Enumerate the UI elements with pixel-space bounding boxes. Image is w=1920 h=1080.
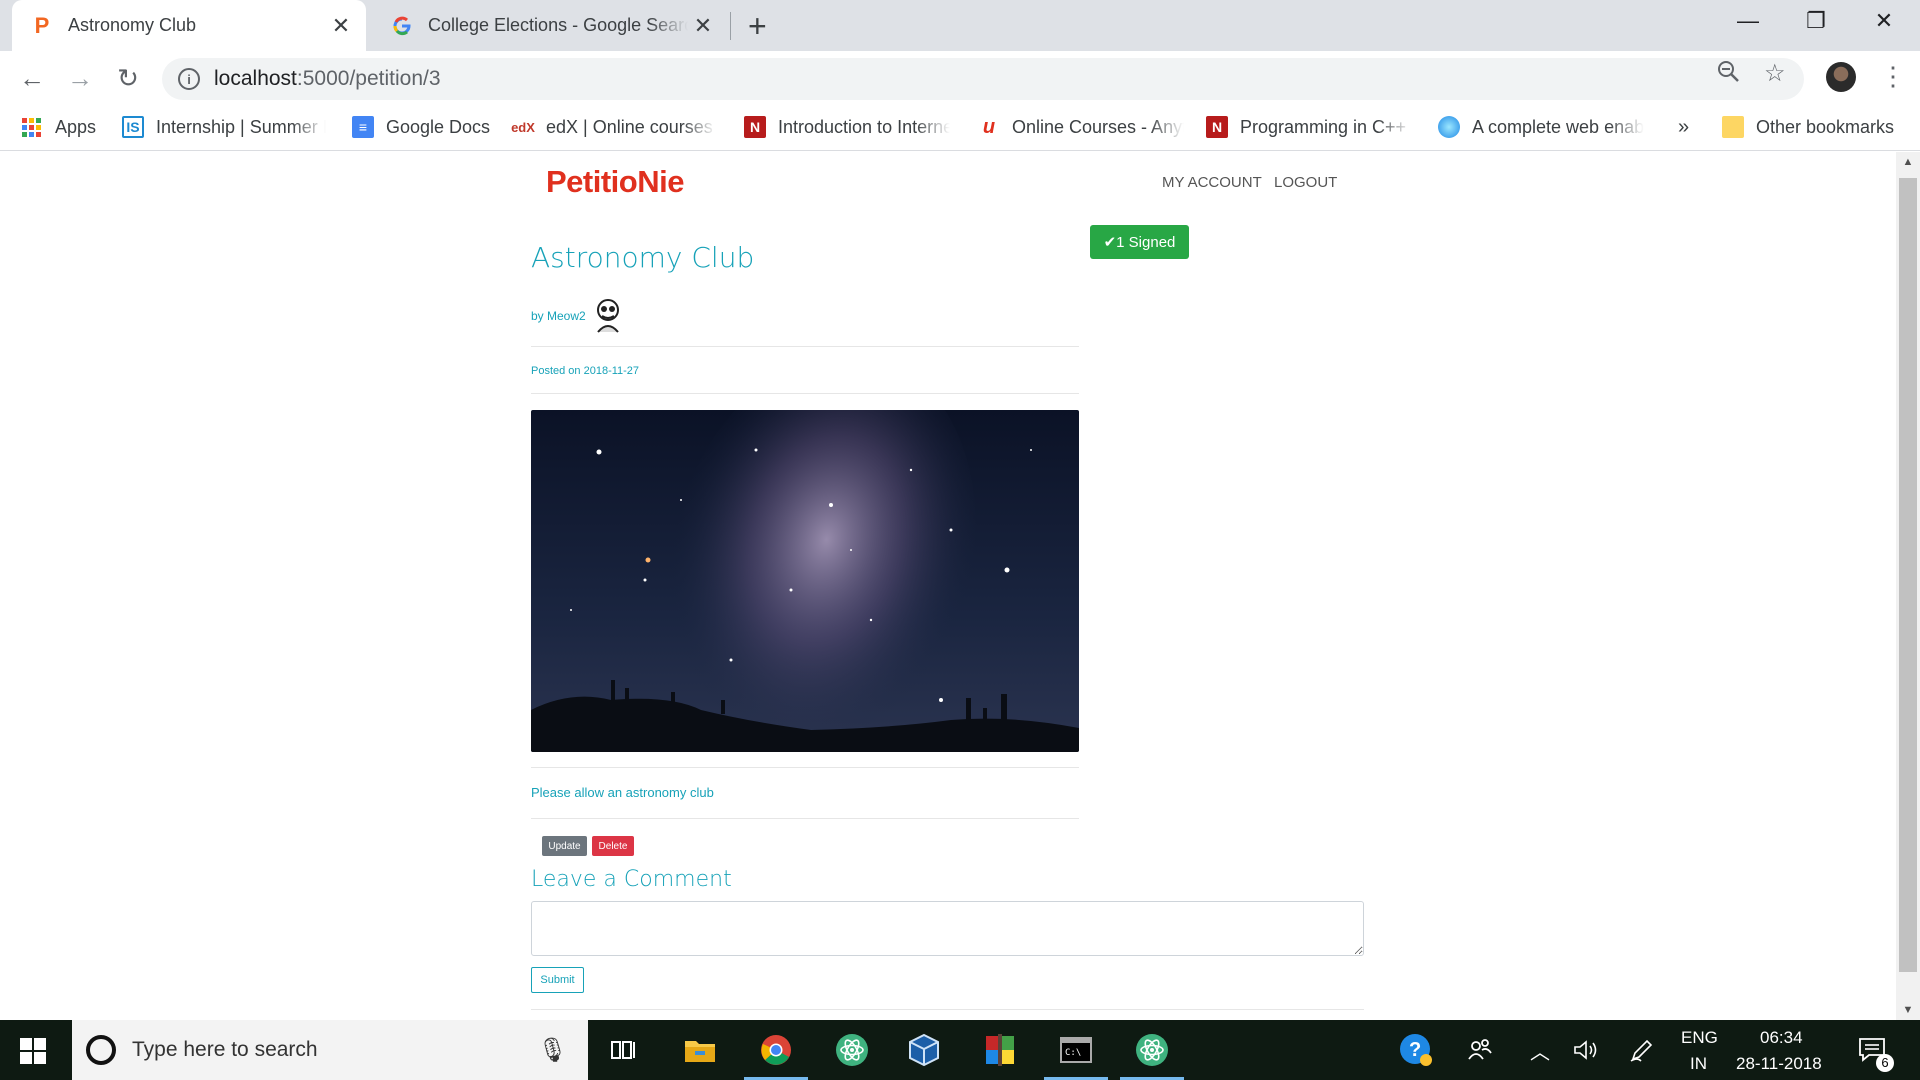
page-scrollbar[interactable]: ▲ ▼ [1896,152,1920,1020]
virtualbox-icon[interactable] [904,1030,944,1070]
edx-icon: edX [511,119,535,135]
divider [531,767,1079,768]
browser-toolbar: ← → ↻ i localhost:5000/petition/3 ☆ ⋮ [0,51,1920,105]
back-arrow-icon[interactable]: ← [16,63,48,94]
divider [531,393,1079,394]
atom-editor-icon-2[interactable] [1132,1030,1172,1070]
clock-date[interactable]: 28-11-2018 [1736,1054,1822,1074]
windows-taskbar: Type here to search 🎙 C:\ ? ︿ ENG IN 06:… [0,1020,1920,1080]
help-icon[interactable]: ? [1396,1030,1436,1070]
bookmark-nptel-cpp[interactable]: N Programming in C++ [1206,113,1412,141]
divider [531,818,1079,819]
delete-button[interactable]: Delete [592,836,634,856]
scroll-up-arrow-icon[interactable]: ▲ [1896,156,1920,168]
window-close-icon[interactable]: ✕ [1850,8,1918,34]
minimize-icon[interactable]: — [1714,8,1782,34]
tab-strip: P Astronomy Club ✕ College Elections - G… [0,0,1920,51]
bookmarks-bar: Apps IS Internship | Summer Internship ≡… [0,105,1920,151]
author-text: by Meow2 [531,309,586,323]
taskbar-search-box[interactable]: Type here to search 🎙 [72,1020,588,1080]
nav-my-account[interactable]: MY ACCOUNT [1162,174,1262,191]
page-content: PetitioNie MY ACCOUNT LOGOUT ✔1 Signed A… [0,152,1896,1020]
site-info-icon[interactable]: i [178,68,200,90]
url-text: localhost:5000/petition/3 [214,67,441,90]
new-tab-plus-icon[interactable]: + [748,8,767,45]
globe-icon [1438,116,1460,138]
language-indicator-bottom[interactable]: IN [1690,1054,1707,1074]
bookmark-apps[interactable]: Apps [22,113,96,141]
petitionie-p-icon: P [34,12,50,38]
profile-avatar[interactable] [1826,62,1856,92]
signed-count-button[interactable]: ✔1 Signed [1090,225,1189,259]
scroll-down-arrow-icon[interactable]: ▼ [1896,1004,1920,1016]
atom-editor-icon[interactable] [832,1030,872,1070]
submit-button[interactable]: Submit [531,967,584,993]
posted-date: Posted on 2018-11-27 [531,365,640,377]
file-explorer-icon[interactable] [680,1030,720,1070]
divider [531,346,1079,347]
folder-icon [1722,116,1744,138]
language-indicator-top[interactable]: ENG [1681,1028,1718,1048]
chrome-taskbar-icon[interactable] [756,1030,796,1070]
notification-count-badge: 6 [1876,1054,1894,1072]
google-docs-icon: ≡ [352,116,374,138]
tab-college-elections[interactable]: College Elections - Google Search ✕ [378,0,728,51]
petition-author: by Meow2 [531,296,626,336]
task-view-icon[interactable] [604,1030,644,1070]
address-bar[interactable]: i localhost:5000/petition/3 [162,58,1804,100]
tab-title: Astronomy Club [68,15,197,35]
winrar-icon[interactable] [980,1030,1020,1070]
show-hidden-icons-chevron-icon[interactable]: ︿ [1520,1030,1560,1070]
close-icon[interactable]: ✕ [326,13,356,39]
internshala-icon: IS [122,116,144,138]
nptel-icon: N [744,116,766,138]
more-bookmarks-chevron-icon[interactable]: » [1678,113,1689,141]
reload-icon[interactable]: ↻ [112,63,144,94]
divider [531,1009,1364,1010]
apps-grid-icon [22,117,41,137]
taskbar-search-placeholder: Type here to search [132,1038,318,1061]
nav-logout[interactable]: LOGOUT [1274,174,1337,191]
bookmark-google-docs[interactable]: ≡ Google Docs [352,113,490,141]
windows-start-icon[interactable] [20,1038,46,1064]
bookmark-other[interactable]: Other bookmarks [1722,113,1894,141]
udemy-icon: u [982,115,996,138]
scrollbar-thumb[interactable] [1899,178,1917,972]
petition-image [531,410,1079,752]
site-logo[interactable]: PetitioNie [546,164,684,200]
comment-heading: Leave a Comment [531,867,732,892]
command-prompt-icon[interactable]: C:\ [1056,1030,1096,1070]
comment-textarea[interactable] [531,901,1364,956]
nptel-icon: N [1206,116,1228,138]
restore-icon[interactable]: ❐ [1782,8,1850,34]
update-button[interactable]: Update [542,836,587,856]
clock-time[interactable]: 06:34 [1760,1028,1803,1048]
author-avatar [596,299,619,333]
pen-workspace-icon[interactable] [1622,1030,1662,1070]
bookmark-star-icon[interactable]: ☆ [1764,59,1786,88]
google-g-icon [390,14,414,38]
tab-title: College Elections - Google Search [428,15,688,35]
petition-title: Astronomy Club [531,241,755,274]
zoom-icon[interactable] [1716,59,1740,90]
bookmark-udemy[interactable]: u Online Courses - Anytime [978,113,1184,141]
chrome-menu-icon[interactable]: ⋮ [1880,61,1906,92]
close-icon[interactable]: ✕ [688,13,718,39]
svg-text:C:\: C:\ [1065,1048,1081,1058]
bookmark-web-enabled[interactable]: A complete web enabled [1438,113,1644,141]
cortana-icon[interactable] [86,1035,116,1065]
tab-astronomy-club[interactable]: P Astronomy Club ✕ [12,0,366,51]
volume-icon[interactable] [1566,1030,1606,1070]
tab-divider [730,12,731,40]
forward-arrow-icon[interactable]: → [64,63,96,94]
microphone-icon[interactable]: 🎙 [538,1036,568,1065]
people-icon[interactable] [1460,1030,1500,1070]
bookmark-edx[interactable]: edX edX | Online courses from the world'… [511,113,716,141]
petition-description: Please allow an astronomy club [531,785,714,800]
svg-text:?: ? [1409,1039,1421,1061]
bookmark-internshala[interactable]: IS Internship | Summer Internship [122,113,326,141]
bookmark-nptel-internet[interactable]: N Introduction to Internet [744,113,950,141]
